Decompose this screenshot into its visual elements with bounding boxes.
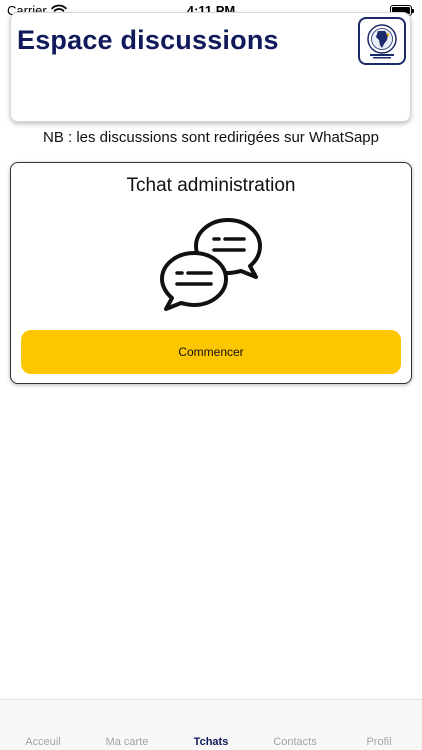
tab-bar: Acceuil Ma carte Tchats Contacts Profil [0,699,422,750]
start-chat-button[interactable]: Commencer [21,330,401,374]
chat-admin-card: Tchat administration Commencer [10,162,412,384]
app-logo-icon [358,17,406,65]
tab-acceuil[interactable]: Acceuil [8,736,78,748]
whatsapp-note: NB : les discussions sont redirigées sur… [43,129,379,146]
tab-contacts[interactable]: Contacts [260,736,330,748]
header-card: Espace discussions [10,12,411,122]
tab-tchats[interactable]: Tchats [176,736,246,748]
page-title: Espace discussions [17,25,279,55]
chat-bubbles-icon [160,218,262,311]
chat-card-title: Tchat administration [126,175,296,196]
tab-profil[interactable]: Profil [344,736,414,748]
tab-ma-carte[interactable]: Ma carte [92,736,162,748]
screen: Carrier 4:11 PM Espace discussions NB : … [0,0,422,750]
